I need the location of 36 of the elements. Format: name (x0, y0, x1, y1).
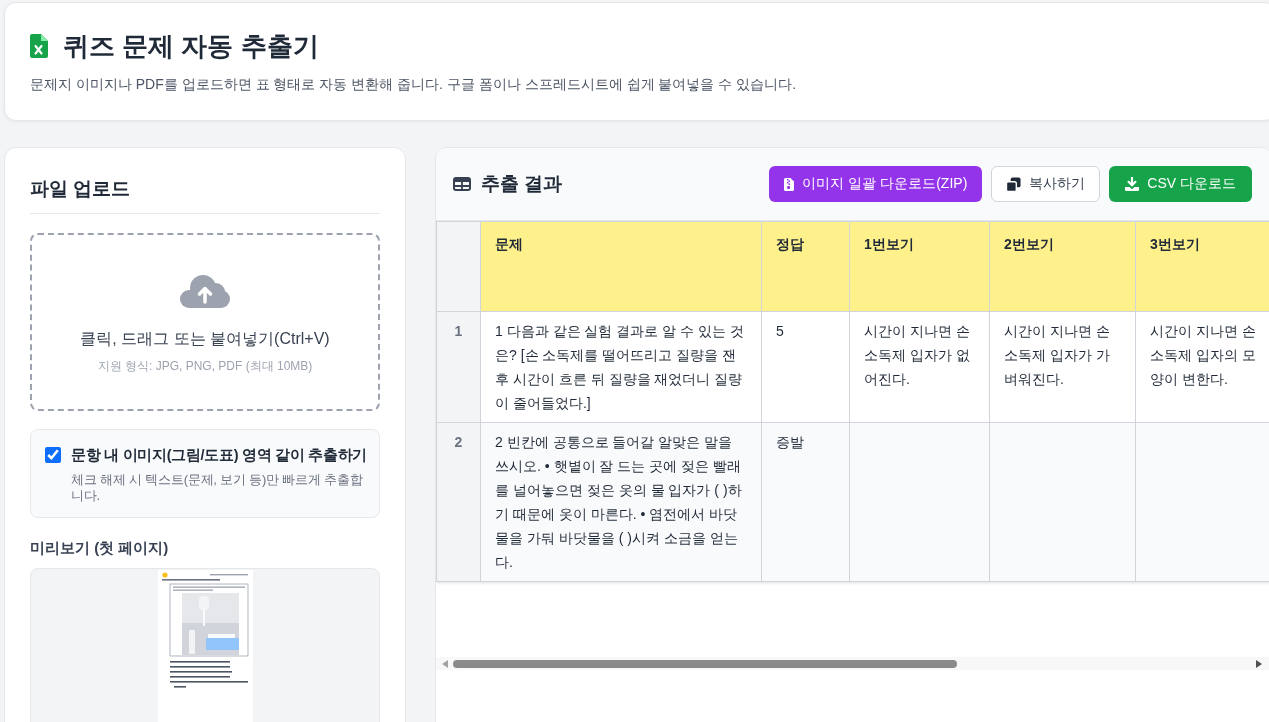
table-cell: 1 다음과 같은 실험 결과로 알 수 있는 것은? [손 소독제를 떨어뜨리고 질량을 잰 후 시간이 흐른 뒤 질량을 재었더니 질량이 줄어들었다.] (480, 311, 762, 423)
table-cell: 5 (761, 311, 850, 423)
row-number: 1 (436, 311, 481, 423)
table-cell: 2 빈칸에 공통으로 들어갈 알맞은 말을 쓰시오. • 햇볕이 잘 드는 곳에 젖은 빨래를 널어놓으면 젖은 옷의 물 입자가 ( )하기 때문에 옷이 마른다. • 염전에서 바닷물을 가둬 바닷물을 ( )시켜 소금을 얻는다. (480, 422, 762, 582)
option-label: 문항 내 이미지(그림/도표) 영역 같이 추출하기 (71, 446, 369, 465)
row-number: 2 (436, 422, 481, 582)
download-zip-button[interactable]: 이미지 일괄 다운로드(ZIP) (769, 166, 983, 202)
table-cell: 증발 (761, 422, 850, 582)
scrollbar-thumb[interactable] (453, 659, 957, 668)
column-header: 정답 (761, 221, 850, 312)
app-subtitle: 문제지 이미지나 PDF를 업로드하면 표 형태로 자동 변환해 줍니다. 구글 폼이나 스프레드시트에 쉽게 붙여넣을 수 있습니다. (30, 75, 798, 94)
scroll-right-arrow-icon[interactable] (1256, 659, 1262, 668)
file-dropzone[interactable]: 클릭, 드래그 또는 붙여넣기(Ctrl+V) 지원 형식: JPG, PNG, PDF (최대 10MB) (30, 233, 380, 411)
copy-icon (1006, 176, 1022, 192)
cloud-upload-icon (180, 275, 230, 308)
zip-file-icon (784, 177, 795, 191)
download-icon (1125, 177, 1140, 191)
checkbox[interactable] (45, 447, 61, 463)
copy-button[interactable]: 복사하기 (991, 166, 1101, 202)
table-cell: 시간이 지나면 손 소독제 입자가 가벼워진다. (989, 311, 1136, 423)
column-header: 3번보기 (1135, 221, 1269, 312)
column-header: 1번보기 (849, 221, 990, 312)
column-header: 2번보기 (989, 221, 1136, 312)
spreadsheet-file-icon (30, 34, 48, 58)
panel-title: 추출 결과 (481, 172, 563, 196)
panel-title: 파일 업로드 (30, 175, 380, 214)
scroll-left-arrow-icon[interactable] (442, 659, 448, 668)
preview-title: 미리보기 (첫 페이지) (30, 538, 170, 558)
option-description: 체크 해제 시 텍스트(문제, 보기 등)만 빠르게 추출합니다. (71, 472, 364, 504)
table-icon (453, 177, 471, 191)
dropzone-text: 클릭, 드래그 또는 붙여넣기(Ctrl+V) (80, 329, 330, 349)
column-header: 문제 (480, 221, 762, 312)
table-cell: 시간이 지나면 손 소독제 입자가 없어진다. (849, 311, 990, 423)
app-title: 퀴즈 문제 자동 추출기 (63, 30, 319, 62)
dropzone-hint: 지원 형식: JPG, PNG, PDF (최대 10MB) (97, 358, 313, 375)
horizontal-scrollbar[interactable] (436, 657, 1269, 670)
